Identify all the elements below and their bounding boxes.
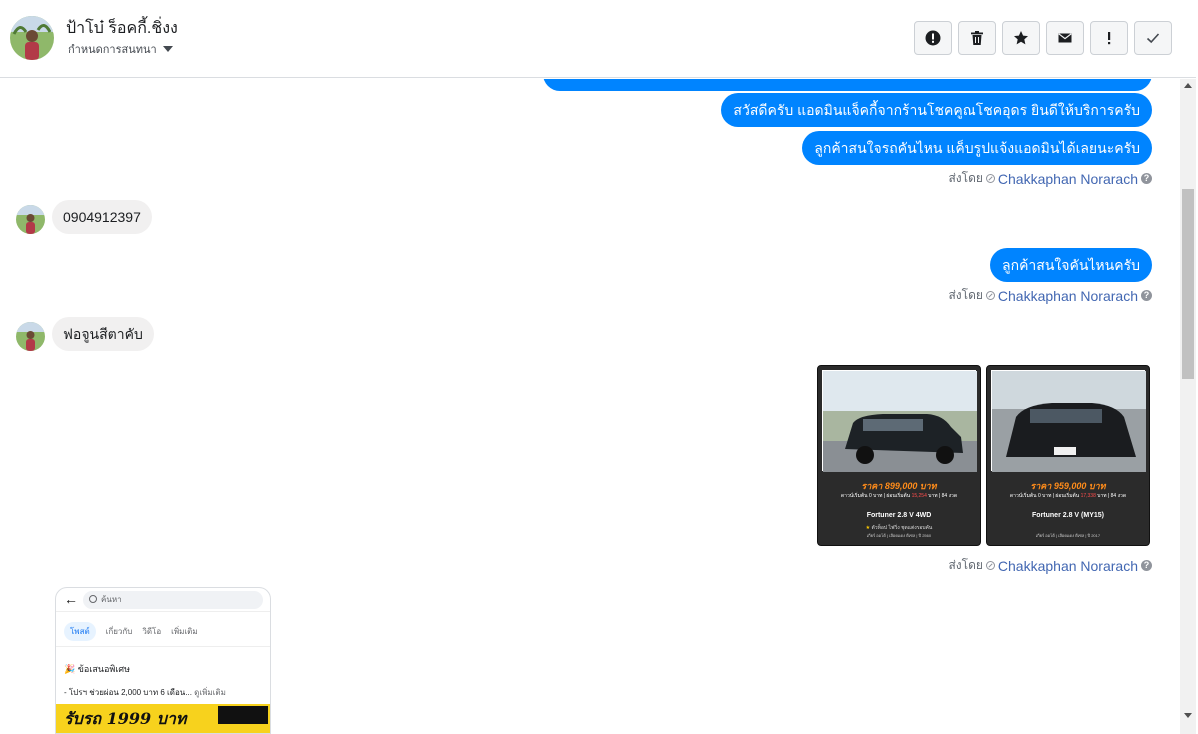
car-photo bbox=[991, 370, 1146, 472]
outgoing-message[interactable]: สวัสดีครับ แอดมินแจ็คกี้จากร้านโชคคูณโชค… bbox=[721, 93, 1152, 127]
attachment-tab: เกี่ยวกับ bbox=[105, 627, 133, 636]
attachment-tab: วิดีโอ bbox=[142, 627, 162, 636]
outgoing-message[interactable]: ลูกค้าสนใจรถคันไหน แค็บรูปแจ้งแอดมินได้เ… bbox=[802, 131, 1152, 165]
divider bbox=[56, 646, 270, 647]
message-thread[interactable]: สวัสดีครับ แอดมินแจ็คกี้จากร้านโชคคูณโชค… bbox=[0, 79, 1180, 734]
checkmark-icon bbox=[1146, 33, 1160, 44]
conversation-toolbar bbox=[914, 21, 1172, 55]
attachment-promo-title: 🎉 ข้อเสนอพิเศษ bbox=[64, 664, 131, 674]
exclamation-icon bbox=[1108, 32, 1111, 45]
tag-icon: 🎉 bbox=[64, 664, 76, 674]
trash-icon bbox=[971, 31, 983, 45]
car-listing-card[interactable]: ราคา 959,000 บาท ดาวน์เริ่มต้น 0 บาท | ผ… bbox=[986, 365, 1150, 546]
car-footer: เกียร์ ออโต้ | เลือดแดง ดีเซล | ปี 2017 bbox=[1035, 533, 1101, 538]
attachment-search-field: ค้นหา bbox=[83, 591, 263, 609]
attachment-banner-text: รับรถ 1999 บาท bbox=[64, 709, 187, 728]
contact-avatar-small[interactable] bbox=[16, 205, 45, 234]
car-price: ราคา 959,000 บาท bbox=[1030, 481, 1106, 491]
car-terms: ดาวน์เริ่มต้น 0 บาท | ผ่อนเริ่มต้น 17,33… bbox=[1009, 493, 1127, 499]
envelope-icon bbox=[1058, 33, 1072, 43]
sent-by-label: ส่งโดย bbox=[948, 558, 983, 572]
sender-name-link[interactable]: Chakkaphan Norarach bbox=[998, 558, 1138, 574]
attachment-tabs: โพสต์ เกี่ยวกับ วิดีโอ เพิ่มเติม bbox=[64, 622, 198, 641]
delete-button[interactable] bbox=[958, 21, 996, 55]
sender-name-link[interactable]: Chakkaphan Norarach bbox=[998, 288, 1138, 304]
blocked-icon bbox=[985, 174, 995, 183]
star-icon bbox=[1014, 31, 1028, 45]
car-footer: เกียร์ ออโต้ | เลือดแดง ดีเซล | ปี 2560 bbox=[866, 533, 932, 538]
contact-avatar[interactable] bbox=[10, 16, 54, 60]
car-model: Fortuner 2.8 V 4WD bbox=[866, 512, 932, 519]
help-icon[interactable]: ? bbox=[1141, 560, 1152, 571]
mark-unread-button[interactable] bbox=[1046, 21, 1084, 55]
spam-button[interactable] bbox=[1090, 21, 1128, 55]
scroll-up-arrow-icon[interactable] bbox=[1184, 83, 1192, 88]
thread-scrollbar[interactable] bbox=[1180, 79, 1196, 734]
sent-by-info: ส่งโดย Chakkaphan Norarach ? bbox=[948, 286, 1152, 305]
conversation-settings-dropdown[interactable]: กำหนดการสนทนา bbox=[68, 40, 173, 58]
car-photo bbox=[822, 370, 977, 472]
scrollbar-thumb[interactable] bbox=[1182, 189, 1194, 379]
alert-circle-icon bbox=[925, 30, 941, 46]
contact-avatar-small[interactable] bbox=[16, 322, 45, 351]
attachment-tab: เพิ่มเติม bbox=[171, 627, 198, 636]
car-listing-card[interactable]: ราคา 899,000 บาท ดาวน์เริ่มต้น 0 บาท | ผ… bbox=[817, 365, 981, 546]
sent-by-info: ส่งโดย Chakkaphan Norarach ? bbox=[948, 556, 1152, 575]
sent-by-label: ส่งโดย bbox=[948, 171, 983, 185]
incoming-message[interactable]: ฟอจูนสีตาคับ bbox=[52, 317, 154, 351]
scroll-down-arrow-icon[interactable] bbox=[1184, 713, 1192, 718]
sent-by-label: ส่งโดย bbox=[948, 288, 983, 302]
outgoing-message[interactable] bbox=[543, 79, 1152, 91]
blocked-icon bbox=[985, 291, 995, 300]
outgoing-message[interactable]: ลูกค้าสนใจคันไหนครับ bbox=[990, 248, 1152, 282]
help-icon[interactable]: ? bbox=[1141, 290, 1152, 301]
car-feature: ★ ตัวท็อป ไฟวิ่ง ชุดแต่งรอบคัน bbox=[865, 525, 933, 531]
messenger-window: ป้าโบ๋ ร็อคกี้.ชิ่งง กำหนดการสนทนา สวัสด… bbox=[0, 0, 1198, 734]
report-button[interactable] bbox=[914, 21, 952, 55]
conversation-settings-label: กำหนดการสนทนา bbox=[68, 44, 157, 56]
attachment-promo-detail: - โปรฯ ช่วยผ่อน 2,000 บาท 6 เดือน... ดูเ… bbox=[64, 688, 226, 697]
star-button[interactable] bbox=[1002, 21, 1040, 55]
star-icon: ★ bbox=[865, 525, 871, 531]
shop-logo bbox=[218, 706, 268, 724]
car-terms: ดาวน์เริ่มต้น 0 บาท | ผ่อนเริ่มต้น 15,25… bbox=[840, 493, 958, 499]
sent-by-info: ส่งโดย Chakkaphan Norarach ? bbox=[948, 169, 1152, 188]
conversation-header: ป้าโบ๋ ร็อคกี้.ชิ่งง กำหนดการสนทนา bbox=[0, 0, 1196, 78]
back-arrow-icon: ← bbox=[64, 591, 78, 607]
attachment-search-bar: ← ค้นหา bbox=[56, 588, 270, 612]
car-model: Fortuner 2.8 V (MY15) bbox=[1032, 512, 1104, 519]
blocked-icon bbox=[985, 561, 995, 570]
attachment-banner: รับรถ 1999 บาท bbox=[56, 704, 270, 733]
car-price: ราคา 899,000 บาท bbox=[861, 481, 937, 491]
contact-name[interactable]: ป้าโบ๋ ร็อคกี้.ชิ่งง bbox=[66, 16, 178, 41]
incoming-image-attachment[interactable]: ← ค้นหา โพสต์ เกี่ยวกับ วิดีโอ เพิ่มเติม… bbox=[55, 587, 271, 734]
help-icon[interactable]: ? bbox=[1141, 173, 1152, 184]
sender-name-link[interactable]: Chakkaphan Norarach bbox=[998, 171, 1138, 187]
incoming-message[interactable]: 0904912397 bbox=[52, 200, 152, 234]
chevron-down-icon bbox=[162, 46, 173, 52]
attachment-tab: โพสต์ bbox=[64, 622, 96, 641]
mark-done-button[interactable] bbox=[1134, 21, 1172, 55]
